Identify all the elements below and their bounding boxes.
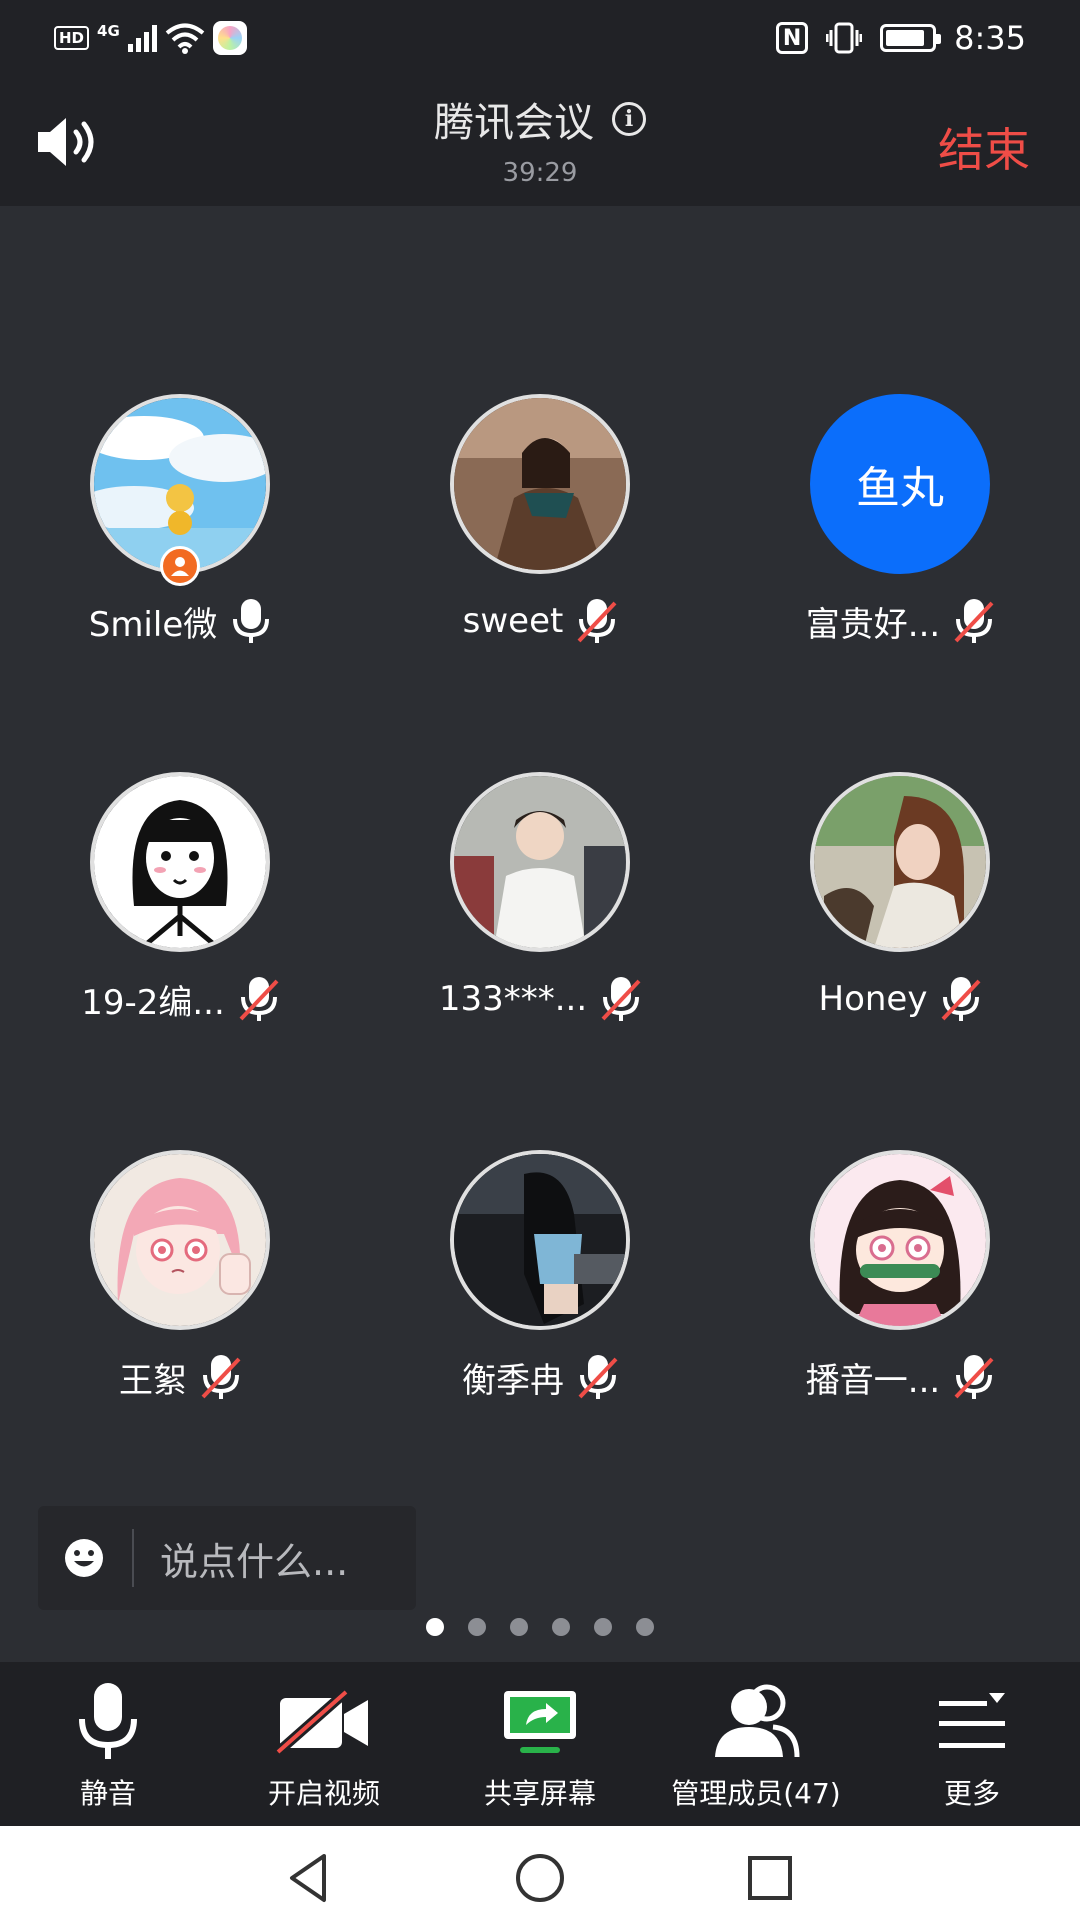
info-icon[interactable]: i bbox=[612, 102, 646, 136]
page-dot[interactable] bbox=[468, 1618, 486, 1636]
system-nav-bar bbox=[0, 1826, 1080, 1926]
participant-tile[interactable]: 播音一... bbox=[750, 1150, 1050, 1410]
participant-tile[interactable]: Smile微 bbox=[30, 394, 330, 654]
top-bar: HD 4G N 8:35 腾讯会议 i 39:29 结束 bbox=[0, 0, 1080, 206]
participant-tile[interactable]: 133***... bbox=[390, 772, 690, 1032]
more-label: 更多 bbox=[943, 1777, 1000, 1810]
participant-name-row: 19-2编... bbox=[30, 974, 330, 1024]
microphone-icon bbox=[79, 1683, 137, 1759]
mic-muted-icon bbox=[601, 977, 641, 1021]
mic-muted-icon bbox=[577, 599, 617, 643]
participant-tile[interactable]: 王絮 bbox=[30, 1150, 330, 1410]
wifi-icon bbox=[165, 23, 205, 54]
status-left: HD 4G bbox=[54, 18, 247, 58]
network-type: 4G bbox=[97, 22, 120, 40]
app-notification-icon bbox=[212, 21, 247, 55]
avatar bbox=[90, 772, 270, 952]
page-dot[interactable] bbox=[636, 1618, 654, 1636]
participant-name: 王絮 bbox=[119, 1360, 187, 1401]
participant-name: 19-2编... bbox=[81, 982, 225, 1023]
mic-muted-icon bbox=[942, 977, 981, 1021]
meeting-toolbar: 静音 开启视频 共享屏幕 管理成员(47) 更多 bbox=[0, 1662, 1080, 1826]
page-dot[interactable] bbox=[552, 1618, 570, 1636]
members-icon bbox=[715, 1684, 800, 1758]
participant-name-row: 播音一... bbox=[750, 1352, 1050, 1402]
page-dot[interactable] bbox=[510, 1618, 528, 1636]
status-right: N 8:35 bbox=[776, 16, 1026, 60]
participant-tile[interactable]: 衡季冉 bbox=[390, 1150, 690, 1410]
mic-muted-icon bbox=[578, 1355, 618, 1399]
participant-name: sweet bbox=[462, 601, 564, 641]
mic-on-icon bbox=[233, 599, 270, 643]
mic-muted-icon bbox=[239, 977, 279, 1021]
share-screen-icon bbox=[504, 1691, 576, 1753]
mic-muted-icon bbox=[201, 1355, 241, 1399]
page-dot[interactable] bbox=[426, 1618, 444, 1636]
end-meeting-button[interactable]: 结束 bbox=[938, 114, 1030, 180]
participant-name: 播音一... bbox=[805, 1360, 941, 1401]
participant-name-row: 衡季冉 bbox=[390, 1352, 690, 1402]
page-dot[interactable] bbox=[594, 1618, 612, 1636]
participant-name-row: Smile微 bbox=[30, 596, 330, 646]
home-icon[interactable] bbox=[510, 1848, 570, 1908]
back-icon[interactable] bbox=[280, 1848, 340, 1908]
signal-icon bbox=[127, 24, 157, 52]
host-icon bbox=[160, 546, 200, 586]
avatar: 鱼丸 bbox=[810, 394, 990, 574]
avatar bbox=[810, 772, 990, 952]
page-indicator bbox=[0, 1618, 1080, 1636]
participant-name: 富贵好... bbox=[805, 604, 941, 645]
participant-name-row: 王絮 bbox=[30, 1352, 330, 1402]
meeting-timer: 39:29 bbox=[502, 158, 578, 188]
chat-placeholder: 说点什么... bbox=[160, 1539, 349, 1584]
start-video-label: 开启视频 bbox=[267, 1777, 380, 1810]
participant-name: 衡季冉 bbox=[462, 1360, 564, 1401]
participant-name-row: 133***... bbox=[390, 974, 690, 1024]
avatar bbox=[450, 1150, 630, 1330]
start-video-button[interactable]: 开启视频 bbox=[216, 1662, 432, 1826]
avatar bbox=[450, 772, 630, 952]
more-menu-icon bbox=[939, 1693, 1005, 1748]
chat-divider bbox=[132, 1529, 134, 1587]
participant-name-row: 富贵好... bbox=[750, 596, 1050, 646]
participant-tile[interactable]: 19-2编... bbox=[30, 772, 330, 1032]
recents-icon[interactable] bbox=[740, 1848, 800, 1908]
participant-tile[interactable]: Honey bbox=[750, 772, 1050, 1032]
avatar bbox=[450, 394, 630, 574]
participant-name: Honey bbox=[818, 979, 928, 1019]
manage-members-label: 管理成员(47) bbox=[671, 1777, 841, 1810]
page-title: 腾讯会议 bbox=[434, 100, 594, 146]
meeting-header: 腾讯会议 i 39:29 bbox=[0, 90, 1080, 188]
status-bar: HD 4G N 8:35 bbox=[0, 0, 1080, 76]
manage-members-button[interactable]: 管理成员(47) bbox=[648, 1662, 864, 1826]
participant-name: Smile微 bbox=[88, 604, 218, 645]
emoji-icon[interactable] bbox=[64, 1538, 104, 1578]
vibrate-icon bbox=[826, 22, 863, 54]
battery-icon bbox=[880, 24, 942, 52]
participant-tile[interactable]: sweet bbox=[390, 394, 690, 654]
clock: 8:35 bbox=[954, 19, 1026, 57]
avatar bbox=[810, 1150, 990, 1330]
share-screen-button[interactable]: 共享屏幕 bbox=[432, 1662, 648, 1826]
video-off-icon bbox=[276, 1690, 368, 1754]
hd-indicator: HD bbox=[54, 26, 90, 50]
mic-muted-icon bbox=[954, 599, 994, 643]
participant-name-row: sweet bbox=[390, 596, 690, 646]
mute-button[interactable]: 静音 bbox=[0, 1662, 216, 1826]
mute-label: 静音 bbox=[79, 1777, 136, 1810]
avatar bbox=[90, 1150, 270, 1330]
participant-name-row: Honey bbox=[750, 974, 1050, 1024]
share-screen-label: 共享屏幕 bbox=[483, 1777, 596, 1810]
more-button[interactable]: 更多 bbox=[864, 1662, 1080, 1826]
mic-muted-icon bbox=[954, 1355, 994, 1399]
nfc-icon: N bbox=[776, 22, 809, 54]
participant-tile[interactable]: 鱼丸 富贵好... bbox=[750, 394, 1050, 654]
participant-name: 133***... bbox=[438, 979, 588, 1019]
chat-input[interactable]: 说点什么... bbox=[38, 1506, 416, 1610]
